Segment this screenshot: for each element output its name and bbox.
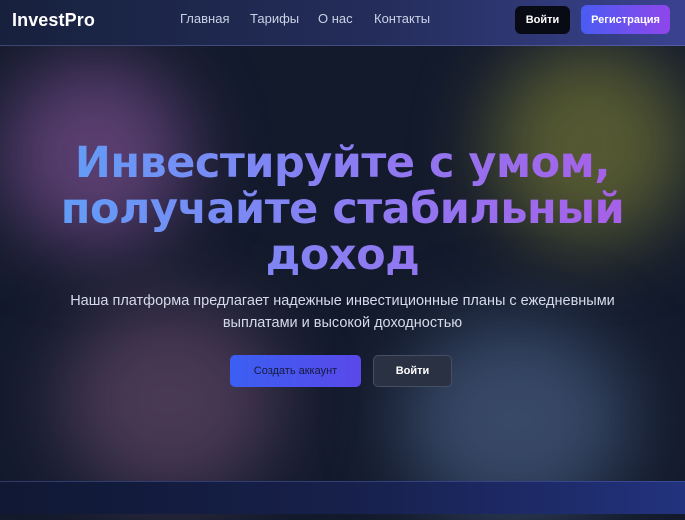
next-section-edge: [0, 481, 685, 514]
hero-subtitle: Наша платформа предлагает надежные инвес…: [40, 290, 645, 334]
logo[interactable]: InvestPro: [12, 10, 95, 31]
create-account-button[interactable]: Создать аккаунт: [230, 355, 361, 387]
hero-title-line: Инвестируйте с умом,: [74, 138, 611, 188]
hero-subtitle-line: Наша платформа предлагает надежные инвес…: [70, 293, 615, 309]
nav-link-tariffs[interactable]: Тарифы: [250, 11, 299, 26]
hero-title: Инвестируйте с умом, получайте стабильны…: [40, 140, 645, 278]
top-navbar: InvestPro Главная Тарифы О нас Контакты …: [0, 0, 685, 46]
hero-title-line: доход: [265, 230, 420, 280]
nav-link-contacts[interactable]: Контакты: [374, 11, 430, 26]
login-button[interactable]: Войти: [515, 6, 570, 34]
hero-subtitle-line: выплатами и высокой доходностью: [222, 315, 463, 331]
hero-title-line: получайте стабильный: [60, 184, 625, 234]
nav-link-home[interactable]: Главная: [180, 11, 229, 26]
register-button[interactable]: Регистрация: [581, 5, 670, 34]
nav-link-about[interactable]: О нас: [318, 11, 353, 26]
hero-login-button[interactable]: Войти: [373, 355, 452, 387]
